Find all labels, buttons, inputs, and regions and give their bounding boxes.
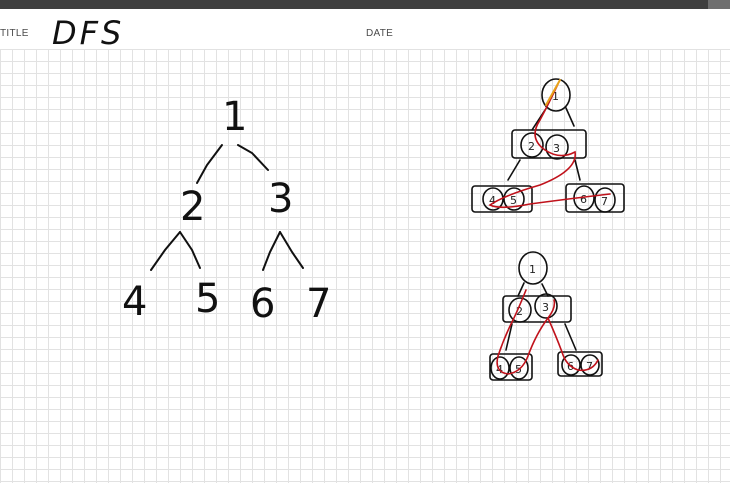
tree-node-1: 1 — [222, 94, 247, 140]
tree-node-5: 5 — [195, 276, 220, 322]
sketch-1-red-path — [488, 83, 611, 209]
sketch-2-label-1: 1 — [529, 263, 536, 276]
tree-node-6: 6 — [250, 281, 275, 327]
handwriting-canvas[interactable]: 1 2 3 4 5 6 7 1 2 3 4 5 6 7 1 2 3 4 5 6 … — [0, 0, 730, 483]
edge-3-7 — [279, 231, 304, 269]
sketch-1-edge-2-down — [507, 159, 521, 181]
tree-node-4: 4 — [122, 279, 147, 325]
edge-1-3 — [237, 144, 269, 171]
edge-3-6 — [262, 231, 281, 271]
edge-1-2 — [196, 144, 223, 184]
edge-2-4 — [150, 231, 181, 271]
sketch-1-edge-3-down — [574, 159, 581, 181]
sketch-2-edge-3-down — [564, 323, 577, 351]
sketch-1-label-2: 2 — [528, 140, 535, 153]
sketch-1-red-trace — [488, 83, 611, 209]
sketch-1-label-5: 5 — [510, 194, 517, 207]
sketch-2-label-3: 3 — [542, 301, 549, 314]
tree-node-7: 7 — [306, 281, 331, 327]
tree-node-3: 3 — [268, 176, 293, 222]
sketch-1-ink — [471, 78, 625, 213]
sketch-2-edge-left — [517, 282, 525, 297]
tree-node-2: 2 — [180, 184, 205, 230]
sketch-1-edge-right — [565, 107, 575, 127]
sketch-1-label-3: 3 — [553, 142, 560, 155]
sketch-1-label-7: 7 — [601, 195, 608, 208]
edge-2-5 — [179, 231, 201, 269]
sketch-1-label-6: 6 — [580, 193, 587, 206]
